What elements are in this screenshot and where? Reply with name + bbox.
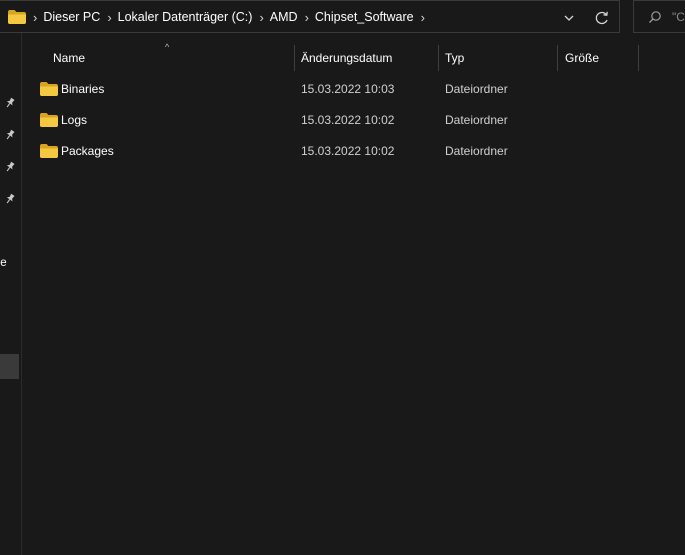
chevron-right-icon[interactable]: › [256, 1, 269, 34]
column-divider[interactable] [638, 45, 639, 71]
chevron-right-icon[interactable]: › [302, 1, 315, 34]
folder-icon [40, 144, 58, 158]
address-bar[interactable]: › Dieser PC › Lokaler Datenträger (C:) ›… [0, 0, 620, 33]
column-divider[interactable] [294, 45, 295, 71]
nav-item-label[interactable]: are [0, 257, 7, 269]
chevron-right-icon[interactable]: › [104, 1, 117, 34]
chevron-down-icon[interactable] [561, 10, 577, 26]
file-name[interactable]: Packages [61, 136, 114, 167]
column-header-date[interactable]: Änderungsdatum [301, 44, 392, 72]
chevron-right-icon[interactable]: › [30, 1, 43, 34]
nav-item-selected[interactable] [0, 354, 19, 379]
folder-icon [40, 82, 58, 96]
search-icon [649, 10, 661, 23]
file-type: Dateiordner [445, 144, 508, 158]
breadcrumb: › Dieser PC › Lokaler Datenträger (C:) ›… [30, 1, 431, 34]
breadcrumb-item[interactable]: Lokaler Datenträger (C:) [118, 1, 257, 34]
file-explorer-window: › Dieser PC › Lokaler Datenträger (C:) ›… [0, 0, 685, 555]
breadcrumb-item[interactable]: Chipset_Software [315, 1, 418, 34]
pin-icon[interactable] [4, 129, 16, 141]
file-name[interactable]: Binaries [61, 74, 104, 105]
column-header-row: Name Änderungsdatum Typ Größe [22, 44, 685, 72]
chevron-right-icon[interactable]: › [418, 1, 431, 34]
refresh-icon[interactable] [593, 9, 611, 27]
search-box[interactable]: "C [633, 0, 685, 33]
pin-icon[interactable] [4, 193, 16, 205]
file-date: 15.03.2022 10:03 [301, 82, 395, 96]
column-divider[interactable] [438, 45, 439, 71]
file-list: Binaries 15.03.2022 10:03 Dateiordner Lo… [22, 74, 685, 167]
file-date: 15.03.2022 10:02 [301, 113, 395, 127]
file-type: Dateiordner [445, 82, 508, 96]
file-name[interactable]: Logs [61, 105, 87, 136]
pin-icon[interactable] [4, 97, 16, 109]
column-header-size[interactable]: Größe [565, 44, 599, 72]
column-header-name[interactable]: Name [53, 44, 85, 72]
table-row[interactable]: Packages 15.03.2022 10:02 Dateiordner [22, 136, 685, 167]
folder-icon [8, 10, 26, 24]
folder-icon [40, 113, 58, 127]
table-row[interactable]: Logs 15.03.2022 10:02 Dateiordner [22, 105, 685, 136]
navigation-pane: are [0, 33, 22, 555]
search-placeholder: "C [672, 9, 685, 24]
column-divider[interactable] [557, 45, 558, 71]
pin-icon[interactable] [4, 161, 16, 173]
breadcrumb-item[interactable]: AMD [270, 1, 302, 34]
file-date: 15.03.2022 10:02 [301, 144, 395, 158]
file-type: Dateiordner [445, 113, 508, 127]
breadcrumb-item[interactable]: Dieser PC [43, 1, 104, 34]
table-row[interactable]: Binaries 15.03.2022 10:03 Dateiordner [22, 74, 685, 105]
column-header-type[interactable]: Typ [445, 44, 464, 72]
